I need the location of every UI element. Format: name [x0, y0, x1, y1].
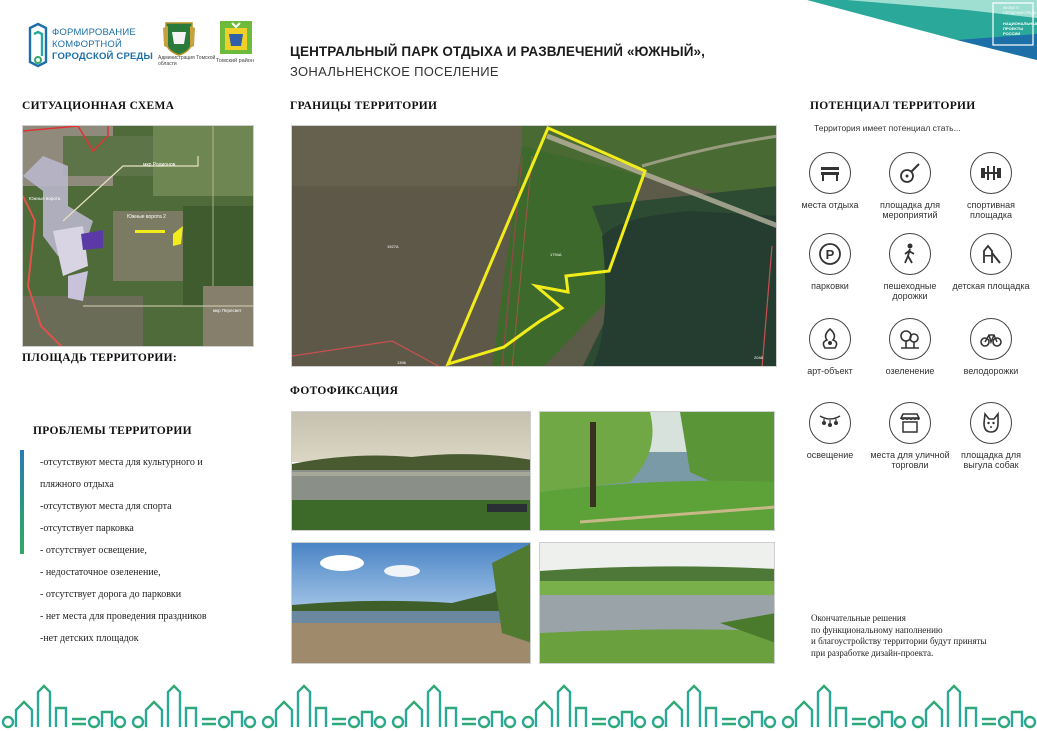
tomsk-district-emblem-icon	[220, 21, 252, 54]
problem-item: - нет места для проведения праздников	[40, 611, 207, 622]
problem-item: -отсутствуют места для спорта	[40, 501, 172, 512]
potential-item: арт-объект	[790, 318, 870, 376]
note-line: по функциональному наполнению	[811, 624, 943, 635]
potential-intro: Территория имеет потенциал стать...	[814, 123, 961, 133]
svg-text:ГОРОДСКАЯ СРЕДА: ГОРОДСКАЯ СРЕДА	[1003, 11, 1037, 15]
map-label-south-gate: Южные ворота 2	[127, 214, 166, 220]
parcel-label: 1794А	[550, 252, 562, 257]
parcel-label: 2048	[754, 355, 764, 360]
potential-item: площадка для мероприятий	[870, 152, 950, 220]
kiosk-icon	[889, 402, 931, 444]
parcel-label: 1927А	[387, 244, 399, 249]
page-subtitle: ЗОНАЛЬНЕНСКОЕ ПОСЕЛЕНИЕ	[290, 64, 499, 79]
problems-list: -отсутствуют места для культурного и пля…	[40, 452, 207, 650]
parcel-label: 1396	[397, 360, 407, 365]
photo-lake-evening	[291, 411, 531, 531]
program-logo-line: ФОРМИРОВАНИЕ	[52, 27, 136, 38]
potential-label: детская площадка	[952, 281, 1030, 291]
potential-item: площадка для выгула собак	[951, 402, 1031, 470]
bench-icon	[809, 152, 851, 194]
program-logo-text: ФОРМИРОВАНИЕ КОМФОРТНОЙ ГОРОДСКОЙ СРЕДЫ	[52, 27, 153, 63]
svg-text:P: P	[826, 247, 835, 262]
district-caption: Томский район	[216, 58, 254, 64]
potential-label: арт-объект	[807, 366, 853, 376]
admin-caption: Администрация Томской области	[158, 55, 216, 67]
problems-accent-bar	[20, 450, 24, 554]
potential-item: детская площадка	[951, 233, 1031, 291]
city-skyline-ornament	[1, 684, 1037, 729]
potential-label: парковки	[811, 281, 849, 291]
dog-icon	[970, 402, 1012, 444]
potential-label: места для уличной торговли	[870, 450, 950, 470]
map-label-south-gate-left: Южные ворота	[29, 196, 61, 201]
potential-item: спортивная площадка	[951, 152, 1031, 220]
potential-item: освещение	[790, 402, 870, 460]
note-line: Окончательные решения	[811, 613, 906, 623]
playground-icon	[970, 233, 1012, 275]
photo-lake-road	[291, 542, 531, 664]
photo-lake-trees	[539, 411, 775, 531]
photo-river-field	[539, 542, 775, 664]
problem-item: - отсутствует дорога до парковки	[40, 589, 182, 600]
note-line: при разработке дизайн-проекта.	[811, 647, 934, 658]
lights-icon	[809, 402, 851, 444]
potential-item: места для уличной торговли	[870, 402, 950, 470]
potential-item: велодорожки	[951, 318, 1031, 376]
program-logo-line: ГОРОДСКОЙ СРЕДЫ	[52, 51, 154, 62]
guitar-icon	[889, 152, 931, 194]
problem-item: -нет детских площадок	[40, 633, 139, 644]
parking-icon: P	[809, 233, 851, 275]
program-logo-line: КОМФОРТНОЙ	[52, 39, 123, 50]
potential-item: места отдыха	[790, 152, 870, 210]
potential-label: спортивная площадка	[967, 200, 1015, 220]
problems-title: ПРОБЛЕМЫ ТЕРРИТОРИИ	[33, 425, 192, 437]
situational-scheme-title: СИТУАЦИОННАЯ СХЕМА	[22, 100, 175, 112]
potential-item: P парковки	[790, 233, 870, 291]
borders-title: ГРАНИЦЫ ТЕРРИТОРИИ	[290, 100, 438, 112]
national-project-badge: ЖИЛЬЕ И ГОРОДСКАЯ СРЕДА НАЦИОНАЛЬНЫЕ ПРО…	[807, 0, 1037, 60]
potential-item: озеленение	[870, 318, 950, 376]
art-object-icon	[809, 318, 851, 360]
pedestrian-icon	[889, 233, 931, 275]
problem-item: пляжного отдыха	[40, 479, 114, 490]
potential-label: площадка для выгула собак	[961, 450, 1021, 470]
bicycle-icon	[970, 318, 1012, 360]
photos-title: ФОТОФИКСАЦИЯ	[290, 385, 399, 397]
problem-item: -отсутствуют места для культурного и	[40, 457, 203, 468]
potential-label: озеленение	[885, 366, 935, 376]
problem-item: - недостаточное озеленение,	[40, 567, 161, 578]
potential-label: освещение	[806, 450, 854, 460]
tomsk-region-emblem-icon	[163, 22, 195, 56]
potential-label: пешеходные дорожки	[883, 281, 937, 301]
situational-map: мкр Родионов Южные ворота 2 Южные ворота…	[22, 125, 254, 347]
page-title: ЦЕНТРАЛЬНЫЙ ПАРК ОТДЫХА И РАЗВЛЕЧЕНИЙ «Ю…	[290, 44, 705, 59]
trees-icon	[889, 318, 931, 360]
program-logo-icon	[28, 22, 48, 68]
potential-label: места отдыха	[801, 200, 859, 210]
final-decision-note: Окончательные решения по функциональному…	[811, 613, 986, 659]
borders-satellite-map: 1927А 1794А 1396 2048	[291, 125, 777, 367]
svg-text:ЖИЛЬЕ И: ЖИЛЬЕ И	[1003, 6, 1019, 10]
svg-text:РОССИИ: РОССИИ	[1003, 31, 1020, 36]
map-label-rodionov: мкр Родионов	[143, 162, 176, 168]
map-label-peresvet: мкр Пересвет	[213, 308, 242, 313]
potential-item: пешеходные дорожки	[870, 233, 950, 301]
note-line: и благоустройству территории будут приня…	[811, 636, 987, 646]
problem-item: - отсутствует освещение,	[40, 545, 147, 556]
problem-item: -отсутствует парковка	[40, 523, 134, 534]
dumbbell-icon	[970, 152, 1012, 194]
area-title: ПЛОЩАДЬ ТЕРРИТОРИИ:	[22, 352, 178, 364]
potential-label: велодорожки	[963, 366, 1019, 376]
potential-label: площадка для мероприятий	[880, 200, 940, 220]
potential-title: ПОТЕНЦИАЛ ТЕРРИТОРИИ	[810, 100, 976, 112]
